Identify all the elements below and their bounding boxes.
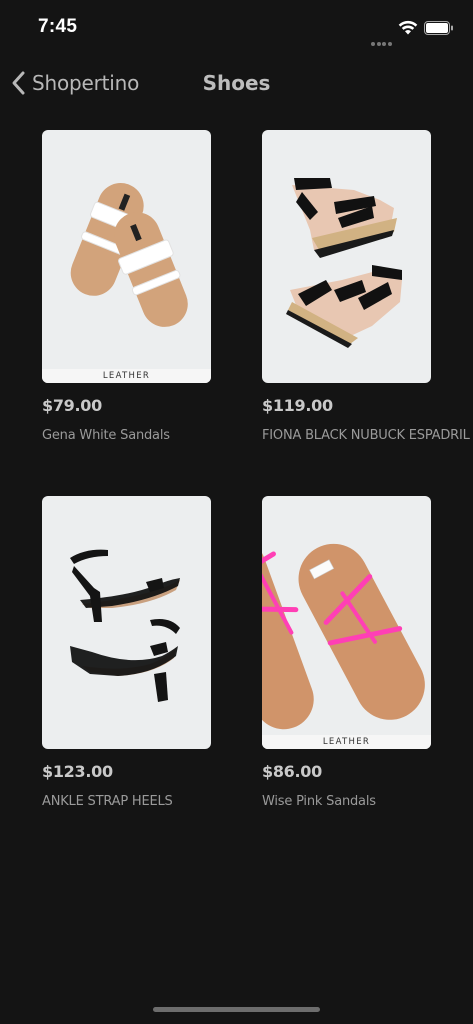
navigation-bar: Shopertino Shoes [0,62,473,106]
product-price: $119.00 [262,396,333,415]
product-name: ANKLE STRAP HEELS [42,794,173,809]
product-image[interactable] [42,496,211,749]
page-title: Shoes [202,71,271,95]
home-indicator[interactable] [153,1007,320,1012]
status-time: 7:45 [38,16,78,37]
product-image[interactable] [262,130,431,383]
cellular-signal-icon [371,31,393,50]
product-price: $86.00 [262,762,322,781]
product-name: Gena White Sandals [42,428,170,443]
product-badge: LEATHER [262,735,431,749]
product-badge: LEATHER [42,369,211,383]
product-price: $123.00 [42,762,113,781]
product-image[interactable]: LEATHER [42,130,211,383]
battery-icon [424,21,453,35]
product-price: $79.00 [42,396,102,415]
status-bar: 7:45 [0,0,473,54]
wifi-icon [398,20,418,35]
product-name: Wise Pink Sandals [262,794,376,809]
product-name: FIONA BLACK NUBUCK ESPADRIL [262,428,470,443]
product-image[interactable]: LEATHER [262,496,431,749]
